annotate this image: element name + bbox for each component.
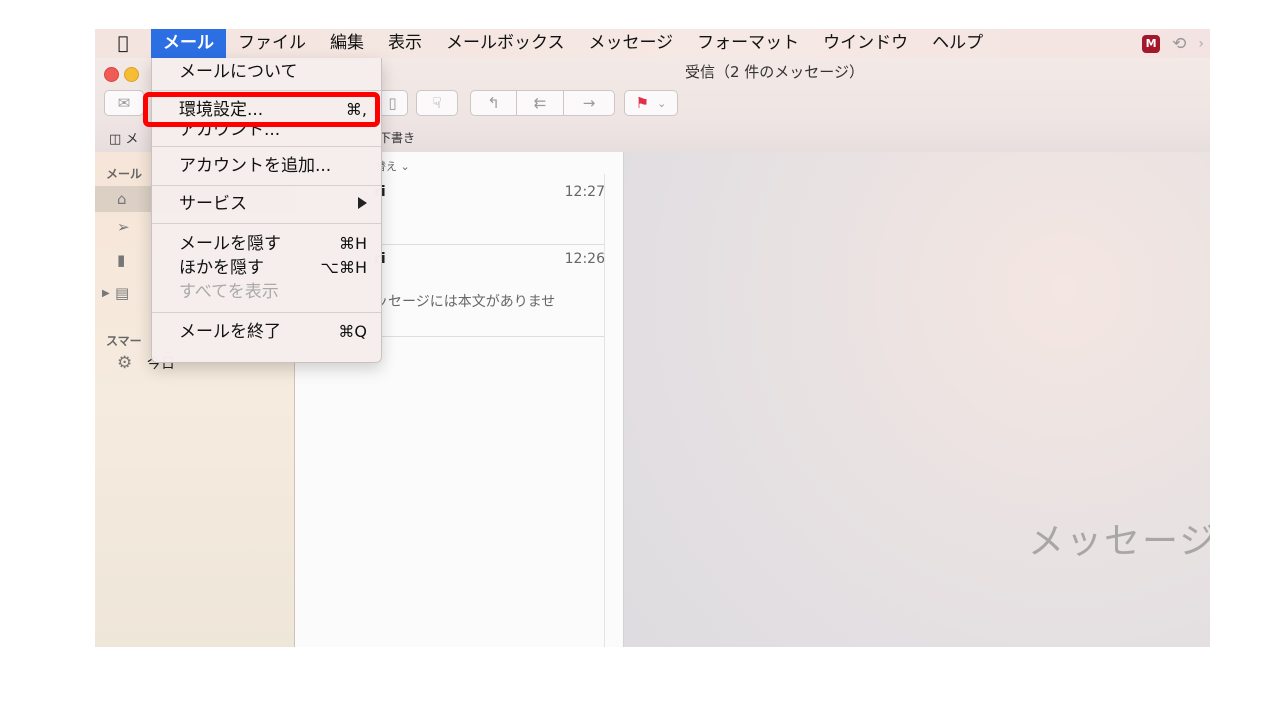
menu-mailbox[interactable]: メールボックス	[434, 29, 577, 58]
screenshot:  メール ファイル 編集 表示 メールボックス メッセージ フォーマット ウイ…	[95, 29, 1210, 647]
menu-item-label: メールを隠す	[179, 234, 281, 254]
time-machine-icon[interactable]: ⟲	[1172, 34, 1186, 54]
inbox-icon: ⌂	[117, 190, 127, 208]
paper-plane-icon: ➢	[117, 218, 130, 236]
menu-item-label: すべてを表示	[179, 282, 279, 302]
message-preview: ッセージには本文がありませ	[374, 294, 556, 310]
flag-button[interactable]: ⚑ ⌄	[624, 90, 678, 116]
reading-pane: メッセージ	[624, 152, 1210, 647]
list-divider	[604, 174, 605, 647]
envelope-icon: ✉	[117, 94, 131, 112]
gear-icon: ⚙	[117, 353, 133, 373]
menu-item-label: サービス	[179, 194, 247, 214]
menu-window[interactable]: ウインドウ	[811, 29, 920, 58]
menu-view[interactable]: 表示	[376, 29, 434, 58]
trash-icon: ▯	[388, 94, 397, 112]
menu-separator	[152, 90, 381, 91]
status-area: M ⟲ ›	[1142, 29, 1204, 58]
menu-item-show-all: すべてを表示	[152, 280, 381, 304]
menu-format[interactable]: フォーマット	[685, 29, 811, 58]
message-time: 12:27	[564, 184, 605, 200]
overflow-icon: ›	[1198, 35, 1204, 52]
chevron-down-icon: ⌄	[657, 96, 667, 110]
menu-item-label: ほかを隠す	[179, 258, 264, 278]
thumbs-down-icon: ☟	[432, 94, 442, 112]
message-time: 12:26	[564, 251, 605, 267]
menu-item-label: メールについて	[179, 62, 298, 82]
shortcut-label: ⌘Q	[338, 322, 367, 341]
reply-icon: ↰	[487, 94, 500, 112]
shortcut-label: ⌥⌘H	[320, 258, 367, 277]
menu-item-hide-others[interactable]: ほかを隠す ⌥⌘H	[152, 256, 381, 280]
sidebar-toggle-icon[interactable]: ◫ メ	[109, 128, 138, 147]
no-message-placeholder: メッセージ	[1028, 521, 1210, 562]
favorite-drafts[interactable]: 下書き	[379, 129, 415, 146]
reply-all-icon: ⇇	[533, 94, 547, 112]
menu-item-hide-mail[interactable]: メールを隠す ⌘H	[152, 232, 381, 256]
menu-separator	[152, 185, 381, 186]
menu-item-about[interactable]: メールについて	[152, 60, 381, 84]
reply-all-button[interactable]: ⇇	[516, 90, 564, 116]
menu-edit[interactable]: 編集	[318, 29, 376, 58]
menu-item-add-account[interactable]: アカウントを追加...	[152, 154, 381, 178]
smart-mailboxes-header: スマー	[106, 334, 142, 348]
trash-icon: ▮	[117, 251, 126, 269]
forward-icon: →	[582, 94, 596, 112]
menu-separator	[152, 146, 381, 147]
menu-file[interactable]: ファイル	[226, 29, 318, 58]
annotation-highlight-box	[143, 92, 380, 127]
menu-mail[interactable]: メール	[151, 29, 226, 58]
get-mail-button[interactable]: ✉	[104, 90, 144, 116]
menu-help[interactable]: ヘルプ	[920, 29, 995, 58]
shortcut-label: ⌘H	[338, 234, 367, 253]
menu-item-label: アカウントを追加...	[179, 156, 332, 176]
submenu-arrow-icon	[358, 192, 367, 216]
menu-item-services[interactable]: サービス	[152, 192, 381, 216]
delete-button[interactable]: ▯	[378, 90, 408, 116]
mailboxes-header: メール	[106, 167, 143, 181]
menu-message[interactable]: メッセージ	[577, 29, 686, 58]
menu-separator	[152, 312, 381, 313]
flag-icon: ⚑	[635, 94, 650, 112]
forward-button[interactable]: →	[563, 90, 615, 116]
menu-item-label: メールを終了	[179, 322, 281, 342]
archive-icon: ▤	[115, 284, 130, 302]
mcafee-icon[interactable]: M	[1142, 34, 1161, 53]
menu-bar:  メール ファイル 編集 表示 メールボックス メッセージ フォーマット ウイ…	[95, 29, 1210, 58]
menu-separator	[152, 223, 381, 224]
menu-item-quit[interactable]: メールを終了 ⌘Q	[152, 320, 381, 344]
junk-button[interactable]: ☟	[416, 90, 458, 116]
disclosure-triangle-icon[interactable]: ▶	[102, 288, 110, 299]
apple-icon[interactable]: 	[95, 33, 151, 54]
reply-button[interactable]: ↰	[470, 90, 517, 116]
